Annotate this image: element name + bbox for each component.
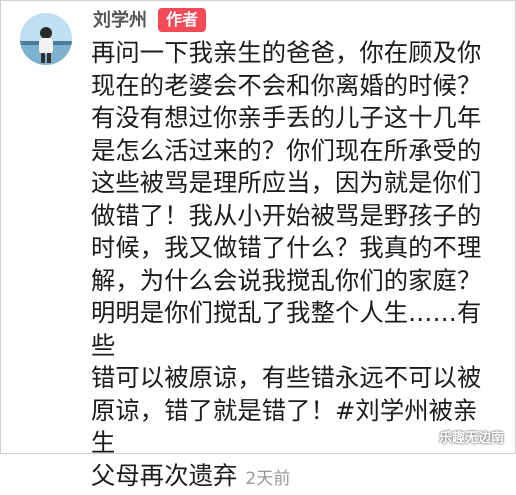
comment-line: 现在的老婆会不会和你离婚的时候？: [91, 70, 482, 100]
comment-line: 这些被骂是理所应当，因为就是你们: [91, 168, 482, 197]
comment-text: 再问一下我亲生的爸爸，你在顾及你 现在的老婆会不会和你离婚的时候？ 有没有想过你…: [91, 37, 496, 495]
watermark: 乐趣无边南: [438, 431, 504, 446]
comment-line: 时候，我又做错了什么？我真的不理: [91, 233, 482, 262]
comment-line: 是怎么活过来的？你们现在所承受的: [91, 135, 482, 165]
comment-line: 解，为什么会说我搅乱你们的家庭？: [91, 265, 482, 295]
comment-line: 做错了！我从小开始被骂是野孩子的: [91, 200, 482, 230]
comment-line: 再问一下我亲生的爸爸，你在顾及你: [91, 38, 482, 67]
timestamp: 2天前: [245, 468, 291, 489]
comment-line: 错可以被原谅，有些错永远不可以被: [91, 363, 482, 392]
comment-line: 有没有想过你亲手丢的儿子这十几年: [91, 103, 482, 132]
comment-line: 明明是你们搅乱了我整个人生……有些: [91, 298, 482, 360]
comment-line: 父母再次遗弃: [91, 460, 238, 490]
comment-line: 原谅，错了就是错了！#刘学州被亲生: [91, 395, 478, 458]
author-badge: 作者: [158, 8, 207, 32]
author-name[interactable]: 刘学州: [93, 9, 147, 33]
avatar[interactable]: [20, 13, 72, 65]
